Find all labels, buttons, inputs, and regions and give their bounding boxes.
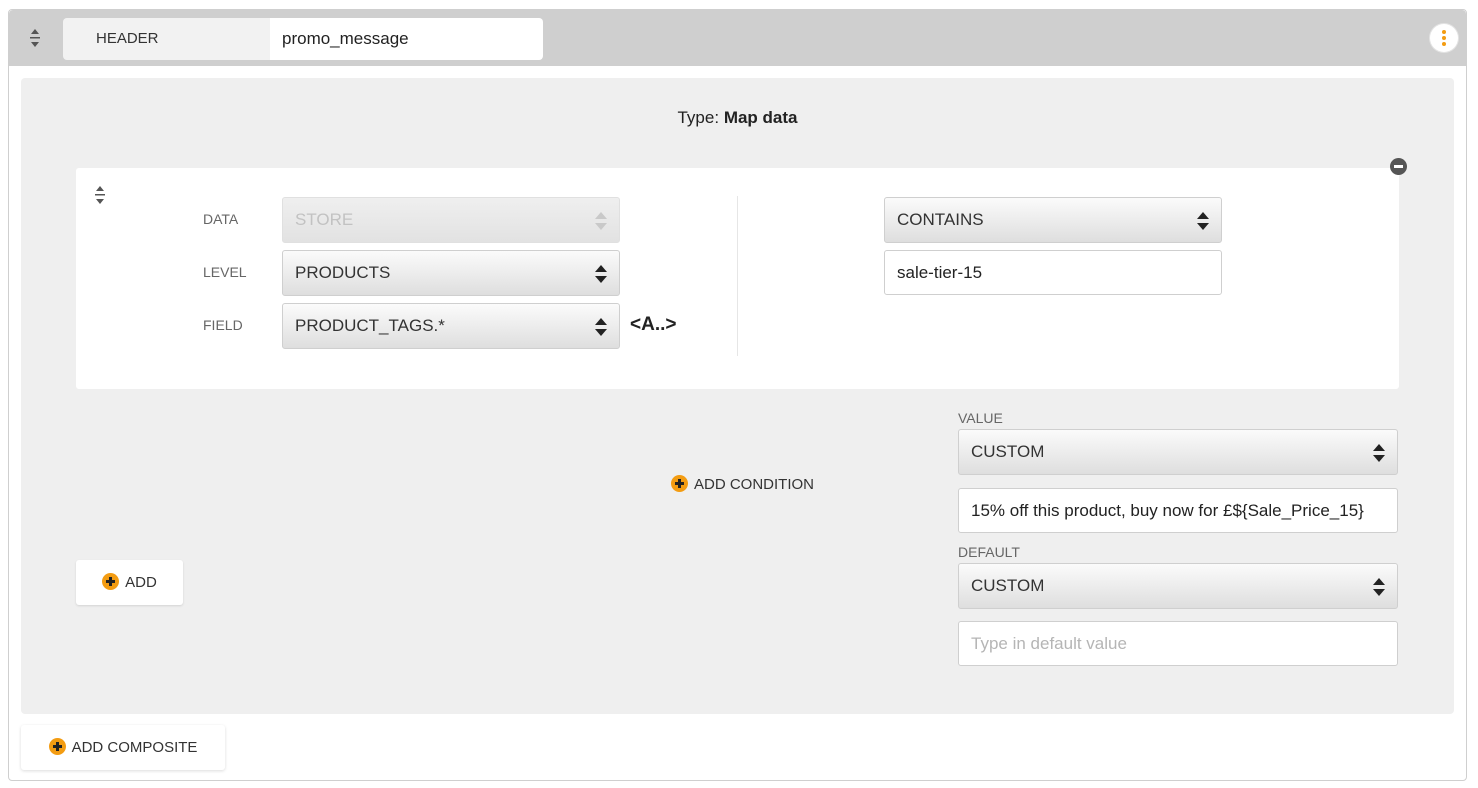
type-prefix: Type: [677,108,720,127]
default-type-select[interactable]: CUSTOM [958,563,1398,609]
card-divider [737,196,738,356]
default-value-input[interactable]: Type in default value [958,621,1398,666]
value-type-select-value: CUSTOM [971,442,1045,461]
level-label: LEVEL [203,264,247,280]
data-select-value: STORE [295,210,354,229]
field-select[interactable]: PRODUCT_TAGS.* [282,303,620,349]
remove-condition-icon[interactable] [1390,158,1407,175]
level-select[interactable]: PRODUCTS [282,250,620,296]
header-type-label: HEADER [63,18,270,60]
more-options-icon[interactable] [1430,24,1458,52]
select-arrows-icon [1373,444,1385,462]
map-data-panel: Type: Map data DATA STORE LEVEL PRODUCTS [21,78,1454,714]
plus-circle-icon [671,475,688,492]
value-text-input[interactable]: 15% off this product, buy now for £${Sal… [958,488,1398,533]
mapping-container: HEADER promo_message Type: Map data DATA… [8,9,1467,781]
select-arrows-icon [595,318,607,336]
add-condition-button[interactable]: ADD CONDITION [671,475,814,493]
header-bar: HEADER promo_message [9,10,1466,66]
field-placeholder-tag[interactable]: <A..> [630,314,676,336]
operator-select-value: CONTAINS [897,210,984,229]
level-select-value: PRODUCTS [295,263,391,282]
type-heading: Type: Map data [21,108,1454,128]
default-label: DEFAULT [958,544,1020,560]
condition-card: DATA STORE LEVEL PRODUCTS FIELD PRODUCT_… [76,168,1399,389]
default-type-select-value: CUSTOM [971,576,1045,595]
data-label: DATA [203,211,239,227]
plus-circle-icon [48,738,66,755]
add-condition-label: ADD CONDITION [694,476,814,493]
select-arrows-icon [595,212,607,230]
select-arrows-icon [595,265,607,283]
condition-drag-handle-icon[interactable] [94,184,106,206]
type-value: Map data [723,108,798,127]
value-type-select[interactable]: CUSTOM [958,429,1398,475]
add-button[interactable]: ADD [76,560,183,605]
data-select: STORE [282,197,620,243]
select-arrows-icon [1373,578,1385,596]
value-label: VALUE [958,410,1003,426]
operator-select[interactable]: CONTAINS [884,197,1222,243]
add-composite-label: ADD COMPOSITE [71,739,198,756]
add-label: ADD [125,574,157,591]
match-value-input[interactable]: sale-tier-15 [884,250,1222,295]
drag-handle-icon[interactable] [29,27,41,49]
field-select-value: PRODUCT_TAGS.* [295,316,445,335]
plus-circle-icon [102,573,120,590]
select-arrows-icon [1197,212,1209,230]
field-label: FIELD [203,317,243,333]
header-name-input[interactable]: promo_message [270,18,543,60]
add-composite-button[interactable]: ADD COMPOSITE [21,725,225,770]
